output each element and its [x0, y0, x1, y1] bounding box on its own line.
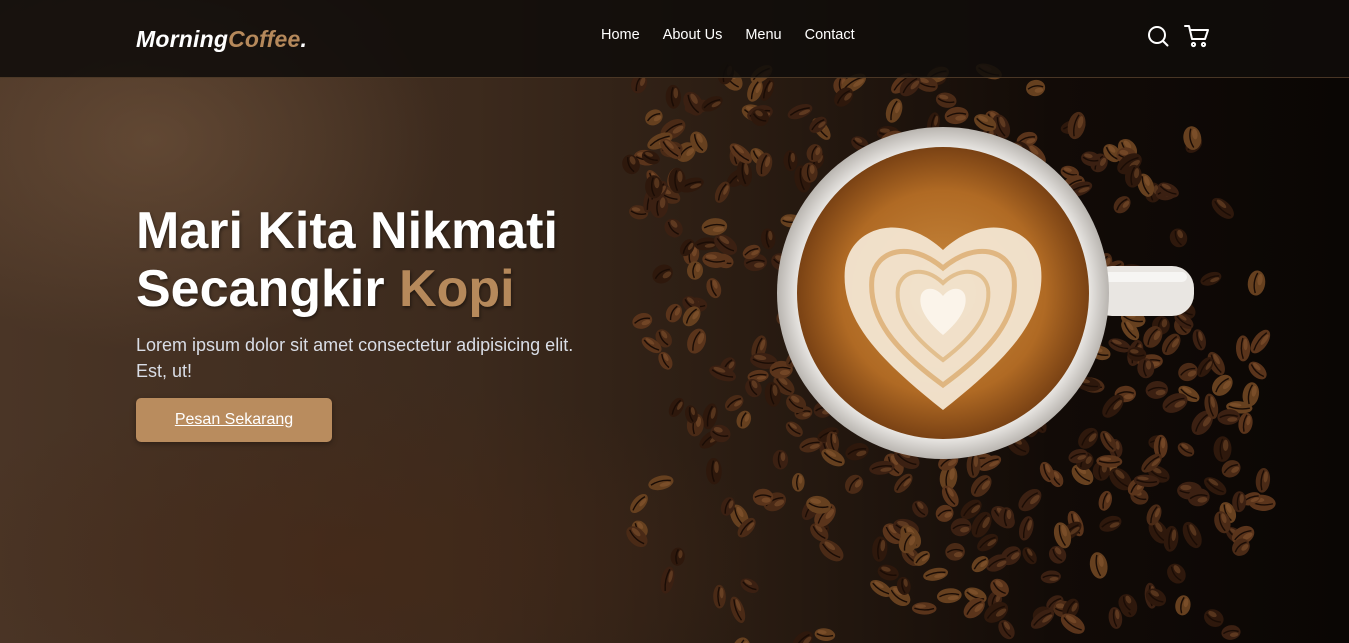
search-icon[interactable] — [1146, 24, 1170, 48]
headline-line-2: Secangkir — [136, 260, 385, 318]
brand-logo[interactable]: MorningCoffee. — [136, 26, 307, 53]
headline-accent: Kopi — [399, 260, 515, 318]
hero-content: Mari Kita Nikmati Secangkir Kopi Lorem i… — [136, 202, 616, 442]
brand-name-main: Morning — [136, 26, 229, 52]
nav-links: Home About Us Menu Contact — [601, 27, 855, 43]
brand-name-accent: Coffee — [228, 26, 301, 52]
order-now-button[interactable]: Pesan Sekarang — [136, 398, 332, 442]
hero-description: Lorem ipsum dolor sit amet consectetur a… — [136, 335, 574, 381]
headline-line-1: Mari Kita Nikmati — [136, 202, 558, 260]
nav-icons — [1146, 24, 1209, 48]
nav-link-home[interactable]: Home — [601, 27, 640, 43]
nav-link-menu[interactable]: Menu — [745, 27, 781, 43]
navbar: MorningCoffee. Home About Us Menu Contac… — [0, 0, 1349, 78]
hero-headline: Mari Kita Nikmati Secangkir Kopi — [136, 202, 616, 318]
nav-link-about-us[interactable]: About Us — [663, 27, 723, 43]
shopping-cart-icon[interactable] — [1184, 24, 1209, 48]
nav-link-contact[interactable]: Contact — [805, 27, 855, 43]
brand-name-dot: . — [300, 26, 308, 52]
